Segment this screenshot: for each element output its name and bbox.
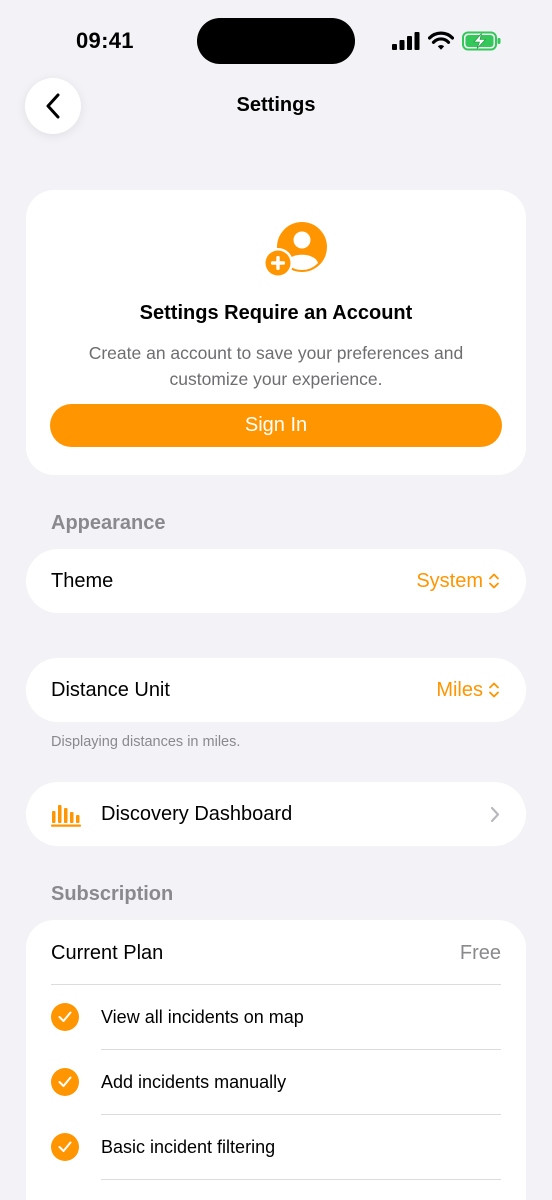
current-plan-label: Current Plan bbox=[51, 942, 164, 964]
feature-label: View all incidents on map bbox=[101, 1007, 304, 1027]
distance-unit-row[interactable]: Distance Unit Miles bbox=[26, 658, 526, 722]
checkmark-circle-icon bbox=[51, 1133, 79, 1161]
status-icons bbox=[392, 30, 502, 52]
subscription-card: Current Plan Free View all incidents on … bbox=[26, 920, 526, 1200]
theme-value: System bbox=[416, 570, 483, 592]
settings-screen: 09:41 Settings Settings Require an Accou… bbox=[0, 0, 552, 1200]
feature-label: Add incidents manually bbox=[101, 1072, 287, 1092]
add-person-icon bbox=[263, 222, 327, 278]
chevron-up-down-icon bbox=[489, 682, 499, 698]
checkmark-circle-icon bbox=[51, 1068, 79, 1096]
divider bbox=[101, 1179, 501, 1180]
feature-item: Add incidents manually bbox=[26, 1050, 526, 1115]
discovery-dashboard-label: Discovery Dashboard bbox=[101, 803, 293, 825]
theme-picker[interactable]: System bbox=[416, 549, 500, 613]
page-title: Settings bbox=[236, 94, 316, 116]
feature-item: View all incidents on map bbox=[26, 985, 526, 1050]
current-plan-value: Free bbox=[459, 942, 501, 964]
account-required-card: Settings Require an Account Create an ac… bbox=[26, 190, 526, 475]
signal-icon bbox=[392, 32, 420, 50]
checkmark-circle-icon bbox=[51, 1003, 79, 1031]
battery-charging-icon bbox=[462, 31, 501, 51]
distance-unit-picker[interactable]: Miles bbox=[436, 658, 500, 722]
bar-chart-icon bbox=[51, 805, 81, 827]
distance-unit-value: Miles bbox=[436, 679, 483, 701]
chevron-right-icon bbox=[490, 806, 500, 823]
theme-label: Theme bbox=[51, 570, 114, 592]
dynamic-island bbox=[197, 18, 355, 64]
account-card-description: Create an account to save your preferenc… bbox=[88, 343, 464, 389]
distance-unit-label: Distance Unit bbox=[51, 679, 170, 701]
appearance-section-header: Appearance bbox=[51, 512, 166, 534]
account-card-title: Settings Require an Account bbox=[139, 302, 413, 324]
feature-item: Basic incident filtering bbox=[26, 1115, 526, 1180]
status-bar: 09:41 bbox=[0, 0, 552, 82]
chevron-up-down-icon bbox=[489, 573, 499, 589]
subscription-section-header: Subscription bbox=[51, 883, 174, 905]
theme-row[interactable]: Theme System bbox=[26, 549, 526, 613]
wifi-icon bbox=[428, 31, 454, 50]
status-time: 09:41 bbox=[76, 28, 134, 53]
discovery-dashboard-row[interactable]: Discovery Dashboard bbox=[26, 782, 526, 846]
feature-label: Basic incident filtering bbox=[101, 1137, 276, 1157]
sign-in-button[interactable]: Sign In bbox=[50, 404, 502, 447]
distance-unit-footnote: Displaying distances in miles. bbox=[51, 734, 241, 750]
